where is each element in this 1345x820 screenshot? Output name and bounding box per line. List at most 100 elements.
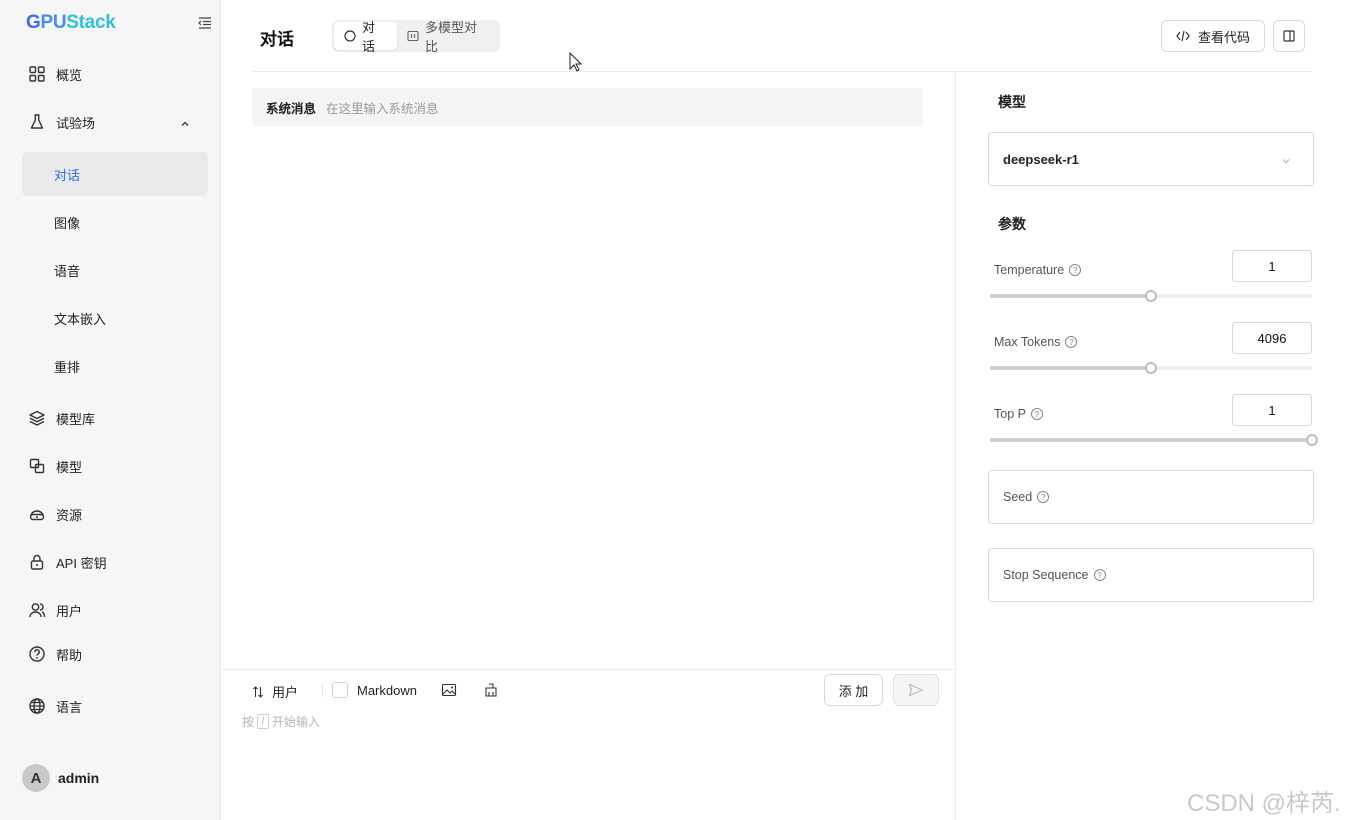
panel-icon — [1283, 30, 1295, 42]
users-icon — [28, 601, 46, 619]
logo-part-1: G — [26, 12, 41, 33]
sidebar-item-label: 试验场 — [56, 115, 96, 131]
system-message-placeholder: 在这里输入系统消息 — [326, 101, 439, 116]
globe-icon — [28, 697, 46, 715]
sidebar-item-overview[interactable]: 概览 — [22, 54, 208, 94]
top-p-slider[interactable] — [990, 434, 1318, 446]
stop-sequence-field[interactable]: Stop Sequence ? — [988, 548, 1314, 602]
tab-multi-model-compare[interactable]: 多模型对比 — [397, 20, 498, 54]
add-message-button[interactable]: 添 加 — [824, 674, 883, 706]
chat-circle-icon — [344, 30, 356, 42]
clear-chat-icon[interactable] — [483, 682, 499, 698]
layers-icon — [28, 409, 46, 427]
model-section-title: 模型 — [998, 94, 1026, 110]
hint-after: 开始输入 — [272, 715, 321, 729]
header-divider — [252, 71, 1312, 72]
add-label: 添 加 — [838, 683, 869, 699]
slider-track — [990, 366, 1151, 370]
sidebar-item-language[interactable]: 语言 — [22, 686, 208, 726]
compare-icon — [407, 30, 419, 42]
sidebar-subitem-speech[interactable]: 语音 — [22, 248, 208, 292]
slider-handle[interactable] — [1306, 434, 1318, 446]
sidebar-subitem-embedding[interactable]: 文本嵌入 — [22, 296, 208, 340]
logo-part-2: PU — [40, 12, 67, 33]
sidebar-item-model-catalog[interactable]: 模型库 — [22, 398, 208, 438]
collapse-sidebar-icon[interactable] — [198, 16, 212, 30]
top-p-label: Top P ? — [994, 407, 1043, 421]
help-circle-icon[interactable]: ? — [1065, 336, 1078, 348]
markdown-checkbox[interactable] — [332, 682, 348, 698]
slider-track — [990, 438, 1312, 442]
help-circle-icon[interactable]: ? — [1037, 491, 1050, 503]
toolbar-divider — [322, 683, 323, 697]
slider-track — [990, 294, 1151, 298]
chevron-down-icon — [1281, 154, 1291, 169]
toggle-panel-button[interactable] — [1273, 20, 1305, 52]
image-upload-icon[interactable] — [441, 682, 457, 698]
view-code-label: 查看代码 — [1197, 29, 1250, 45]
avatar: A — [22, 764, 50, 792]
user-menu[interactable]: A admin — [22, 764, 99, 792]
max-tokens-slider[interactable] — [990, 362, 1312, 374]
app-root: GPUStack 概览 试验场 对话 图像 语音 文本嵌入 重排 模型库 模型 — [0, 0, 1345, 820]
role-label: 用户 — [272, 685, 299, 700]
slider-handle[interactable] — [1145, 290, 1157, 302]
model-select[interactable]: deepseek-r1 — [988, 132, 1314, 186]
tab-chat[interactable]: 对话 — [334, 20, 397, 54]
code-icon — [1176, 30, 1190, 42]
app-logo[interactable]: GPUStack — [26, 12, 116, 33]
sidebar-item-label: 模型库 — [56, 411, 96, 427]
top-p-input[interactable]: 1 — [1232, 394, 1312, 426]
mode-segmented-control: 对话 多模型对比 — [332, 20, 500, 54]
sidebar-item-models[interactable]: 模型 — [22, 446, 208, 486]
sidebar-item-label: 语言 — [56, 699, 83, 715]
seed-label: Seed — [1003, 490, 1033, 504]
send-button[interactable] — [893, 674, 939, 706]
max-tokens-input[interactable]: 4096 — [1232, 322, 1312, 354]
system-message-input[interactable]: 系统消息 在这里输入系统消息 — [252, 88, 923, 126]
resource-icon — [28, 505, 46, 523]
help-circle-icon[interactable]: ? — [1093, 569, 1106, 581]
sidebar-item-users[interactable]: 用户 — [22, 590, 208, 630]
param-label-text: Temperature — [994, 263, 1065, 277]
chevron-up-icon — [180, 117, 190, 127]
username: admin — [58, 770, 100, 786]
temperature-input[interactable]: 1 — [1232, 250, 1312, 282]
stop-sequence-label: Stop Sequence — [1003, 568, 1089, 582]
sidebar-item-help[interactable]: 帮助 — [22, 634, 208, 674]
grid-icon — [28, 65, 46, 83]
markdown-toggle[interactable]: Markdown — [332, 682, 417, 698]
sidebar-item-label: 模型 — [56, 459, 83, 475]
seed-field[interactable]: Seed ? — [988, 470, 1314, 524]
params-section-title: 参数 — [998, 216, 1026, 232]
markdown-label: Markdown — [357, 682, 417, 698]
flask-icon — [28, 113, 46, 131]
send-icon — [908, 683, 924, 697]
sidebar-item-label: 帮助 — [56, 647, 83, 663]
help-circle-icon[interactable]: ? — [1069, 264, 1082, 276]
max-tokens-label: Max Tokens ? — [994, 335, 1078, 349]
sidebar-subitem-chat[interactable]: 对话 — [22, 152, 208, 196]
sidebar-item-label: API 密钥 — [56, 555, 107, 571]
sidebar-item-resources[interactable]: 资源 — [22, 494, 208, 534]
param-label-text: Max Tokens — [994, 335, 1061, 349]
composer-divider — [221, 669, 955, 670]
help-circle-icon[interactable]: ? — [1030, 408, 1043, 420]
sidebar-item-api-keys[interactable]: API 密钥 — [22, 542, 208, 582]
slider-handle[interactable] — [1145, 362, 1157, 374]
role-switch-button[interactable]: 用户 — [252, 682, 298, 701]
lock-icon — [28, 553, 46, 571]
input-hint: 按 / 开始输入 — [242, 713, 320, 730]
help-icon — [28, 645, 46, 663]
sidebar-subitem-image[interactable]: 图像 — [22, 200, 208, 244]
sidebar-item-playground[interactable]: 试验场 — [22, 102, 208, 142]
tab-label: 多模型对比 — [424, 20, 477, 54]
hint-before: 按 — [242, 715, 255, 729]
logo-row: GPUStack — [26, 12, 212, 38]
view-code-button[interactable]: 查看代码 — [1161, 20, 1265, 52]
sidebar-subitem-rerank[interactable]: 重排 — [22, 344, 208, 388]
temperature-slider[interactable] — [990, 290, 1312, 302]
sidebar-item-label: 概览 — [56, 67, 83, 83]
mouse-cursor-icon — [569, 51, 583, 75]
sidebar-item-label: 资源 — [56, 507, 83, 523]
